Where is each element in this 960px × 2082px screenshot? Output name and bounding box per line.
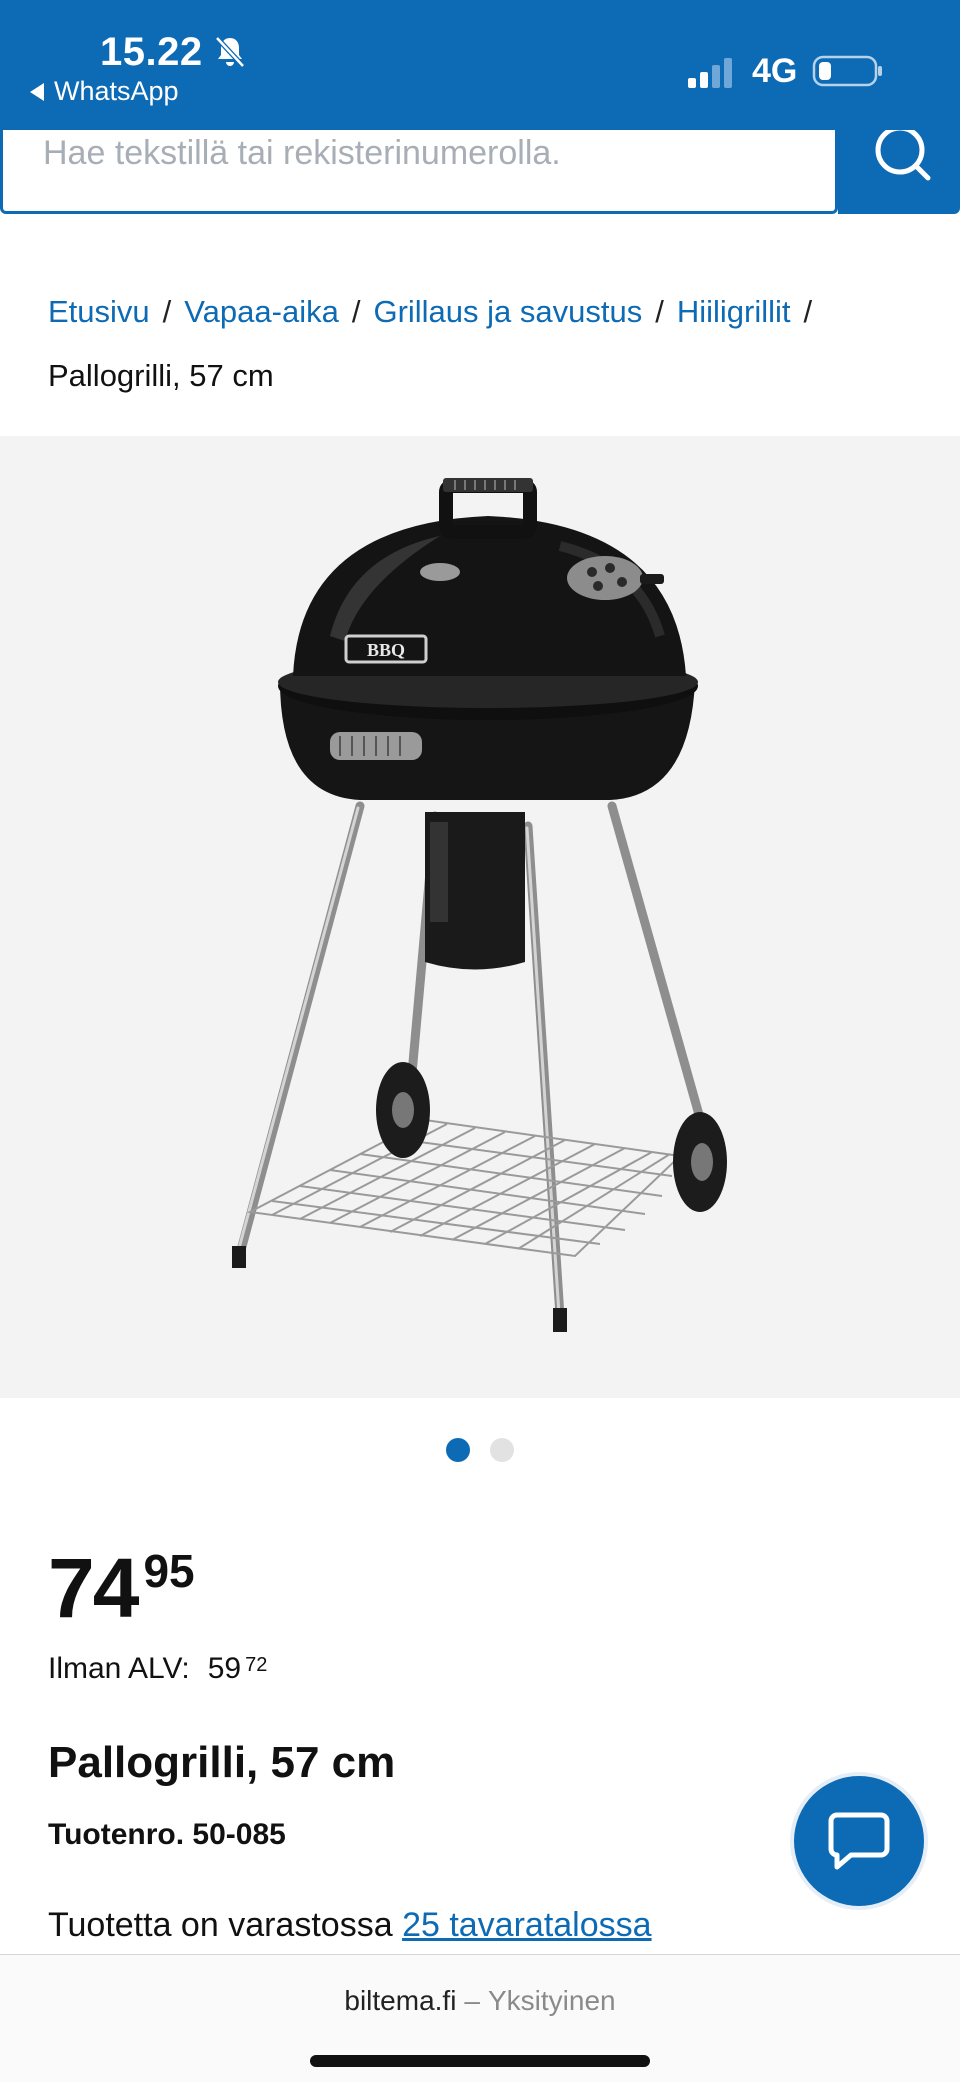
breadcrumb-separator: / xyxy=(351,294,361,329)
address-text: biltema.fi – Yksityinen xyxy=(0,1985,960,2017)
product-number: Tuotenro. 50-085 xyxy=(48,1818,286,1851)
status-bar: 15.22 WhatsApp 4G xyxy=(0,0,960,144)
breadcrumb-current: Pallogrilli, 57 cm xyxy=(48,358,274,393)
chat-icon xyxy=(828,1812,890,1870)
search-input[interactable]: Hae tekstillä tai rekisterinumerolla. xyxy=(0,130,838,214)
product-title: Pallogrilli, 57 cm xyxy=(48,1738,396,1787)
search-placeholder: Hae tekstillä tai rekisterinumerolla. xyxy=(43,134,561,172)
signal-icon xyxy=(688,58,732,88)
carousel-dot-active[interactable] xyxy=(446,1438,470,1462)
vat-price-cents: 72 xyxy=(245,1654,268,1676)
stock-status: Tuotetta on varastossa 25 tavaratalossa xyxy=(48,1906,652,1945)
stock-text: Tuotetta on varastossa xyxy=(48,1906,393,1944)
grill-logo: BBQ xyxy=(367,640,405,660)
search-icon xyxy=(875,130,931,181)
breadcrumb-separator: / xyxy=(162,294,172,329)
address-dash: – xyxy=(464,1985,480,2016)
search-button[interactable] xyxy=(838,130,960,214)
home-indicator[interactable] xyxy=(310,2055,650,2067)
product-image: BBQ xyxy=(232,478,727,1332)
price-without-vat: Ilman ALV: 59 72 xyxy=(48,1652,267,1686)
status-time: 15.22 xyxy=(100,30,203,74)
price-cents: 95 xyxy=(143,1545,195,1597)
breadcrumb-separator: / xyxy=(803,294,813,329)
carousel-indicator xyxy=(0,1438,960,1468)
price-main: 74 xyxy=(48,1541,139,1635)
domain: biltema.fi xyxy=(344,1985,457,2016)
chat-button[interactable] xyxy=(794,1776,924,1906)
breadcrumb: Etusivu / Vapaa-aika / Grillaus ja savustus /… xyxy=(48,280,928,408)
product-price: 74 95 xyxy=(48,1540,195,1637)
back-to-app-link[interactable]: WhatsApp xyxy=(30,76,179,107)
network-type: 4G xyxy=(752,52,798,90)
stock-stores-link[interactable]: 25 tavaratalossa xyxy=(402,1906,652,1944)
back-arrow-icon xyxy=(30,82,44,101)
carousel-dot[interactable] xyxy=(490,1438,514,1462)
breadcrumb-link-charcoal-grills[interactable]: Hiiligrillit xyxy=(677,294,791,329)
product-image-carousel[interactable]: BBQ xyxy=(0,436,960,1398)
search-bar: Hae tekstillä tai rekisterinumerolla. xyxy=(0,130,960,216)
breadcrumb-link-home[interactable]: Etusivu xyxy=(48,294,150,329)
browser-address-bar[interactable]: biltema.fi – Yksityinen xyxy=(0,1954,960,2082)
breadcrumb-separator: / xyxy=(655,294,664,329)
breadcrumb-link-grilling[interactable]: Grillaus ja savustus xyxy=(373,294,642,329)
vat-price-main: 59 xyxy=(207,1652,242,1685)
back-app-label: WhatsApp xyxy=(54,76,179,106)
browsing-mode: Yksityinen xyxy=(488,1985,616,2016)
vat-label: Ilman ALV: xyxy=(48,1652,190,1685)
breadcrumb-link-leisure[interactable]: Vapaa-aika xyxy=(184,294,339,329)
bell-slash-icon xyxy=(215,36,245,68)
battery-icon xyxy=(812,55,882,87)
